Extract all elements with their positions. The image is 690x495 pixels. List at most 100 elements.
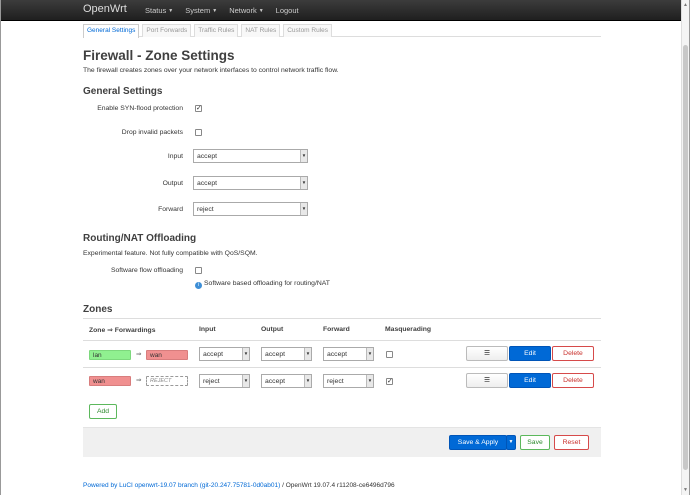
forward-arrow-icon: ⇒	[136, 377, 142, 384]
scroll-thumb[interactable]	[683, 45, 688, 470]
chevron-down-icon: ▼	[242, 375, 249, 387]
col-zone-forwardings: Zone ⇒ Forwardings	[89, 327, 156, 334]
footer: Powered by LuCI openwrt-19.07 branch (gi…	[83, 482, 395, 489]
zone-input-select[interactable]: accept ▼	[199, 347, 250, 361]
sw-flow-label: Software flow offloading	[110, 267, 183, 274]
scroll-up-icon[interactable]: ▲	[683, 2, 688, 8]
scroll-down-icon[interactable]: ▼	[683, 487, 688, 493]
tab-nat-rules[interactable]: NAT Rules	[241, 24, 281, 37]
nav-network-label: Network	[229, 6, 257, 15]
col-masquerading: Masquerading	[385, 326, 432, 333]
zone-badge-wan: wan	[146, 350, 188, 360]
nav-logout[interactable]: Logout	[276, 6, 299, 15]
output-policy-value: accept	[197, 180, 218, 187]
masquerade-checkbox[interactable]: ✓	[386, 378, 393, 385]
forward-label: Forward	[158, 206, 183, 213]
chevron-down-icon: ▼	[258, 8, 264, 14]
chevron-down-icon: ▼	[508, 439, 514, 445]
offloading-heading: Routing/NAT Offloading	[83, 233, 197, 244]
nav-status-label: Status	[145, 6, 167, 15]
save-button[interactable]: Save	[520, 435, 550, 450]
input-policy-select[interactable]: accept ▼	[193, 149, 308, 163]
input-policy-value: accept	[197, 153, 218, 160]
browser-frame: OpenWrt Status ▼ System ▼ Network ▼ Logout …	[0, 0, 690, 495]
sw-flow-checkbox[interactable]	[195, 267, 202, 274]
chevron-down-icon: ▼	[212, 8, 218, 14]
nav-network[interactable]: Network ▼	[229, 6, 263, 15]
output-policy-select[interactable]: accept ▼	[193, 176, 308, 190]
col-output: Output	[261, 326, 284, 333]
checkmark-icon: ✓	[387, 378, 393, 385]
chevron-down-icon: ▼	[300, 203, 307, 215]
drop-invalid-label: Drop invalid packets	[121, 129, 183, 136]
tab-general-settings[interactable]: General Settings	[83, 24, 140, 38]
chevron-down-icon: ▼	[304, 348, 311, 360]
reset-button[interactable]: Reset	[554, 435, 589, 450]
zone-output-select[interactable]: accept ▼	[261, 347, 312, 361]
drop-invalid-checkbox[interactable]	[195, 129, 202, 136]
nav-menu: Status ▼ System ▼ Network ▼ Logout	[145, 6, 311, 15]
nav-status[interactable]: Status ▼	[145, 6, 173, 15]
reorder-button[interactable]: ☰	[466, 346, 508, 361]
zone-badge-reject: REJECT	[146, 376, 188, 386]
output-label: Output	[162, 180, 183, 187]
table-row: lan ⇒ wan accept ▼ accept ▼ accept ▼ ☰ E…	[83, 340, 601, 367]
chevron-down-icon: ▼	[168, 8, 174, 14]
tab-custom-rules[interactable]: Custom Rules	[283, 24, 333, 37]
footer-version: / OpenWrt 19.07.4 r11208-ce6496d796	[280, 482, 395, 489]
scrollbar[interactable]: ▲ ▼	[681, 0, 689, 495]
chevron-down-icon: ▼	[242, 348, 249, 360]
chevron-down-icon: ▼	[366, 348, 373, 360]
nav-system[interactable]: System ▼	[185, 6, 217, 15]
edit-button[interactable]: Edit	[509, 373, 551, 388]
chevron-down-icon: ▼	[300, 150, 307, 162]
offloading-description: Experimental feature. Not fully compatib…	[83, 250, 258, 257]
info-icon: i	[195, 282, 202, 289]
general-settings-heading: General Settings	[83, 86, 163, 97]
chevron-down-icon: ▼	[366, 375, 373, 387]
nav-system-label: System	[185, 6, 211, 15]
luci-link[interactable]: Powered by LuCI openwrt-19.07 branch (gi…	[83, 482, 280, 489]
syn-flood-label: Enable SYN-flood protection	[97, 105, 183, 112]
input-label: Input	[167, 153, 183, 160]
delete-button[interactable]: Delete	[552, 346, 594, 361]
tab-bar: General Settings Port Forwards Traffic R…	[83, 24, 601, 38]
zone-input-select[interactable]: reject ▼	[199, 374, 250, 388]
forward-policy-select[interactable]: reject ▼	[193, 202, 308, 216]
tab-traffic-rules[interactable]: Traffic Rules	[194, 24, 239, 37]
page-description: The firewall creates zones over your net…	[83, 67, 339, 74]
zone-forward-value: reject	[327, 378, 344, 385]
zone-forward-select[interactable]: accept ▼	[323, 347, 374, 361]
tab-port-forwards[interactable]: Port Forwards	[142, 24, 192, 37]
save-apply-button[interactable]: Save & Apply	[449, 435, 507, 450]
page-title: Firewall - Zone Settings	[83, 48, 235, 63]
sw-flow-hint: i Software based offloading for routing/N…	[195, 280, 330, 289]
add-zone-button[interactable]: Add	[89, 404, 117, 419]
syn-flood-checkbox[interactable]: ✓	[195, 105, 202, 112]
zone-input-value: accept	[203, 351, 224, 358]
zone-output-value: accept	[265, 378, 286, 385]
zone-output-select[interactable]: accept ▼	[261, 374, 312, 388]
checkmark-icon: ✓	[196, 105, 202, 112]
masquerade-checkbox[interactable]	[386, 351, 393, 358]
save-apply-dropdown[interactable]: ▼	[506, 435, 516, 450]
forward-arrow-icon: ⇒	[136, 351, 142, 358]
zone-forward-select[interactable]: reject ▼	[323, 374, 374, 388]
chevron-down-icon: ▼	[300, 177, 307, 189]
forward-policy-value: reject	[197, 206, 214, 213]
table-row: wan ⇒ REJECT reject ▼ accept ▼ reject ▼ …	[83, 367, 601, 394]
top-navbar: OpenWrt Status ▼ System ▼ Network ▼ Logout	[1, 0, 683, 21]
edit-button[interactable]: Edit	[509, 346, 551, 361]
brand-logo[interactable]: OpenWrt	[83, 3, 127, 15]
zone-output-value: accept	[265, 351, 286, 358]
col-forward: Forward	[323, 326, 350, 333]
zone-input-value: reject	[203, 378, 220, 385]
zone-badge-wan: wan	[89, 376, 131, 386]
zones-heading: Zones	[83, 304, 113, 315]
reorder-button[interactable]: ☰	[466, 373, 508, 388]
col-input: Input	[199, 326, 216, 333]
zone-badge-lan: lan	[89, 350, 131, 360]
zone-forward-value: accept	[327, 351, 348, 358]
delete-button[interactable]: Delete	[552, 373, 594, 388]
sw-flow-hint-text: Software based offloading for routing/NA…	[204, 280, 330, 287]
